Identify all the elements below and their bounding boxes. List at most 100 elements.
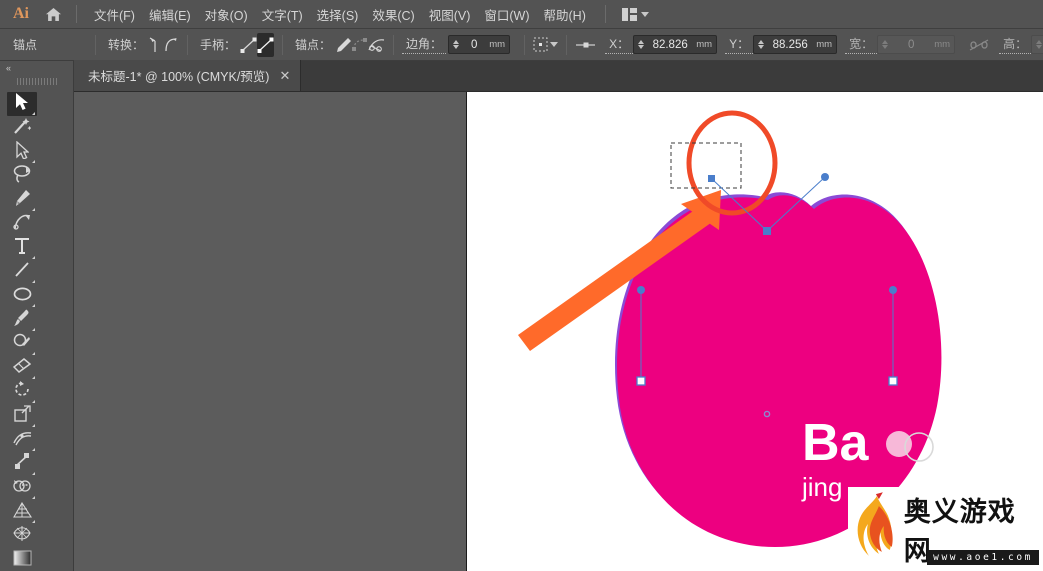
tool-scale[interactable] xyxy=(7,404,37,428)
tool-flyout-indicator-icon[interactable] xyxy=(32,112,35,115)
document-tab[interactable]: 未标题-1* @ 100% (CMYK/预览) ✕ xyxy=(74,60,302,91)
tool-line-segment[interactable] xyxy=(7,260,37,284)
tool-curvature[interactable] xyxy=(7,212,37,236)
height-stepper xyxy=(1036,40,1043,49)
y-label: Y： xyxy=(725,35,754,54)
cb-sep-6 xyxy=(566,34,568,55)
workspace-switcher[interactable] xyxy=(621,7,649,21)
toolbar-collapse-icon[interactable]: « xyxy=(0,61,73,74)
menu-type[interactable]: 文字(T) xyxy=(255,0,310,29)
x-position-field[interactable]: 82.826 mm xyxy=(633,35,718,54)
x-value: 82.826 xyxy=(652,38,688,51)
remove-anchor-icon[interactable] xyxy=(335,33,352,57)
convert-anchor-smooth-icon[interactable] xyxy=(163,33,179,57)
tool-type[interactable] xyxy=(7,236,37,260)
document-tab-bar: 未标题-1* @ 100% (CMYK/预览) ✕ xyxy=(0,60,1043,92)
tool-flyout-indicator-icon[interactable] xyxy=(32,424,35,427)
tool-flyout-indicator-icon[interactable] xyxy=(32,448,35,451)
tool-ellipse-icon xyxy=(13,286,32,307)
menu-effect[interactable]: 效果(C) xyxy=(365,0,421,29)
document-tab-title: 未标题-1* @ 100% (CMYK/预览) xyxy=(88,70,270,84)
menu-help[interactable]: 帮助(H) xyxy=(537,0,593,29)
menu-object[interactable]: 对象(O) xyxy=(198,0,255,29)
cb-sep-3 xyxy=(282,34,284,55)
tool-lasso-icon xyxy=(13,164,32,188)
canvas-area[interactable]: Ba jing 奥义游戏网 www.aoe1.com xyxy=(74,92,1043,571)
tool-curvature-icon xyxy=(13,213,31,236)
menu-view[interactable]: 视图(V) xyxy=(422,0,478,29)
tool-pen[interactable] xyxy=(7,188,37,212)
tool-free-transform[interactable] xyxy=(7,452,37,476)
tool-flyout-indicator-icon[interactable] xyxy=(32,376,35,379)
tool-flyout-indicator-icon[interactable] xyxy=(32,280,35,283)
tool-gradient[interactable] xyxy=(7,548,37,571)
convert-anchor-corner-icon[interactable] xyxy=(148,33,163,57)
tool-flyout-indicator-icon[interactable] xyxy=(32,328,35,331)
bg-text-top: Ba xyxy=(802,414,870,472)
tool-lasso[interactable] xyxy=(7,164,37,188)
cb-sep-4 xyxy=(393,34,395,55)
tool-free-transform-icon xyxy=(14,453,31,475)
x-label: X： xyxy=(605,35,634,54)
corner-value: 0 xyxy=(470,38,478,51)
tool-flyout-indicator-icon[interactable] xyxy=(32,520,35,523)
tool-flyout-indicator-icon[interactable] xyxy=(32,496,35,499)
home-icon[interactable] xyxy=(36,0,70,29)
tools-panel: « xyxy=(0,61,74,571)
tool-flyout-indicator-icon[interactable] xyxy=(32,472,35,475)
menu-window[interactable]: 窗口(W) xyxy=(477,0,536,29)
handle-dot-left xyxy=(708,175,715,182)
tool-flyout-indicator-icon[interactable] xyxy=(32,304,35,307)
width-unit: mm xyxy=(934,39,951,50)
cb-sep-2 xyxy=(187,34,189,55)
isolate-selection-icon[interactable] xyxy=(575,33,597,57)
close-icon[interactable]: ✕ xyxy=(279,69,290,82)
width-value: 0 xyxy=(907,38,915,51)
tool-flyout-indicator-icon[interactable] xyxy=(32,352,35,355)
tool-grid xyxy=(0,89,73,571)
tool-shape-builder-icon xyxy=(12,478,32,499)
corner-unit: mm xyxy=(489,39,506,50)
tool-direct-selection[interactable] xyxy=(7,140,37,164)
handle-dot-side-left xyxy=(637,286,645,294)
tool-flyout-indicator-icon[interactable] xyxy=(32,256,35,259)
artboard[interactable]: Ba jing 奥义游戏网 www.aoe1.com xyxy=(466,92,1043,571)
tool-rotate[interactable] xyxy=(7,380,37,404)
menu-file[interactable]: 文件(F) xyxy=(87,0,142,29)
hide-handles-icon[interactable] xyxy=(257,32,275,57)
reference-point-icon[interactable] xyxy=(533,33,548,57)
tool-flyout-indicator-icon[interactable] xyxy=(32,208,35,211)
menu-select[interactable]: 选择(S) xyxy=(310,0,366,29)
tool-ellipse[interactable] xyxy=(7,284,37,308)
width-stepper xyxy=(882,40,889,49)
y-position-field[interactable]: 88.256 mm xyxy=(753,35,838,54)
tool-paintbrush[interactable] xyxy=(7,308,37,332)
corner-stepper[interactable] xyxy=(453,40,460,49)
reference-point-chevron-icon[interactable] xyxy=(550,42,559,47)
tool-shaper[interactable] xyxy=(7,332,37,356)
tool-selection[interactable] xyxy=(7,92,37,116)
tool-shape-builder[interactable] xyxy=(7,476,37,500)
tool-eraser-icon xyxy=(12,357,32,379)
tool-rotate-icon xyxy=(14,381,31,403)
tool-flyout-indicator-icon[interactable] xyxy=(32,160,35,163)
cut-path-icon[interactable] xyxy=(368,33,385,57)
tool-width-icon xyxy=(12,430,32,451)
link-dimensions-icon[interactable] xyxy=(969,33,989,57)
tool-selection-icon xyxy=(14,92,31,116)
convert-label: 转换： xyxy=(108,38,145,52)
connect-anchors-icon xyxy=(352,33,368,57)
watermark-url: www.aoe1.com xyxy=(927,550,1039,565)
y-stepper[interactable] xyxy=(758,40,765,49)
toolbar-grip[interactable] xyxy=(0,74,73,89)
tool-perspective-grid[interactable] xyxy=(7,500,37,524)
tool-flyout-indicator-icon[interactable] xyxy=(32,400,35,403)
tool-mesh[interactable] xyxy=(7,524,37,548)
tool-eraser[interactable] xyxy=(7,356,37,380)
corner-radius-field[interactable]: 0 mm xyxy=(448,35,511,54)
tool-width[interactable] xyxy=(7,428,37,452)
menu-edit[interactable]: 编辑(E) xyxy=(142,0,198,29)
tool-magic-wand[interactable] xyxy=(7,116,37,140)
show-handles-icon[interactable] xyxy=(240,33,257,57)
x-stepper[interactable] xyxy=(638,40,645,49)
